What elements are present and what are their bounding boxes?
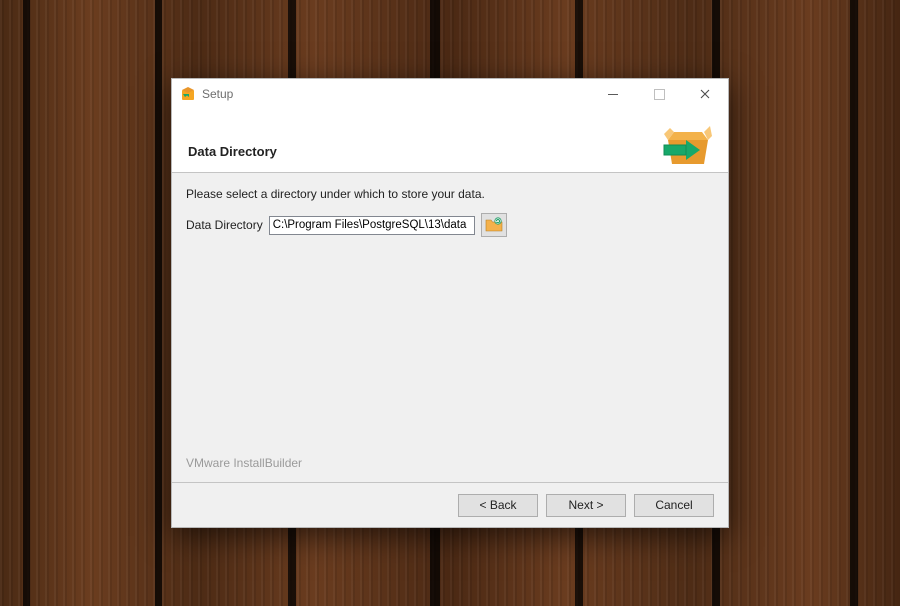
- install-builder-text: VMware InstallBuilder: [186, 456, 714, 474]
- box-arrow-icon: [660, 118, 712, 170]
- window-controls: [590, 79, 728, 109]
- back-button[interactable]: < Back: [458, 494, 538, 517]
- instruction-text: Please select a directory under which to…: [186, 187, 714, 201]
- folder-refresh-icon: [485, 216, 503, 235]
- window-titlebar[interactable]: Setup: [172, 79, 728, 109]
- browse-button[interactable]: [481, 213, 507, 237]
- data-directory-input[interactable]: [269, 216, 475, 235]
- data-directory-row: Data Directory: [186, 213, 714, 237]
- desktop-wallpaper: Setup Data Directory: [0, 0, 900, 606]
- page-title: Data Directory: [188, 144, 660, 159]
- data-directory-label: Data Directory: [186, 218, 263, 232]
- cancel-button[interactable]: Cancel: [634, 494, 714, 517]
- close-button[interactable]: [682, 79, 728, 109]
- next-button[interactable]: Next >: [546, 494, 626, 517]
- wizard-footer: < Back Next > Cancel: [172, 482, 728, 527]
- app-icon: [180, 86, 196, 102]
- maximize-button[interactable]: [636, 79, 682, 109]
- setup-window: Setup Data Directory: [171, 78, 729, 528]
- wizard-header: Data Directory: [172, 109, 728, 173]
- minimize-button[interactable]: [590, 79, 636, 109]
- wizard-content: Please select a directory under which to…: [172, 173, 728, 482]
- window-title: Setup: [202, 87, 233, 101]
